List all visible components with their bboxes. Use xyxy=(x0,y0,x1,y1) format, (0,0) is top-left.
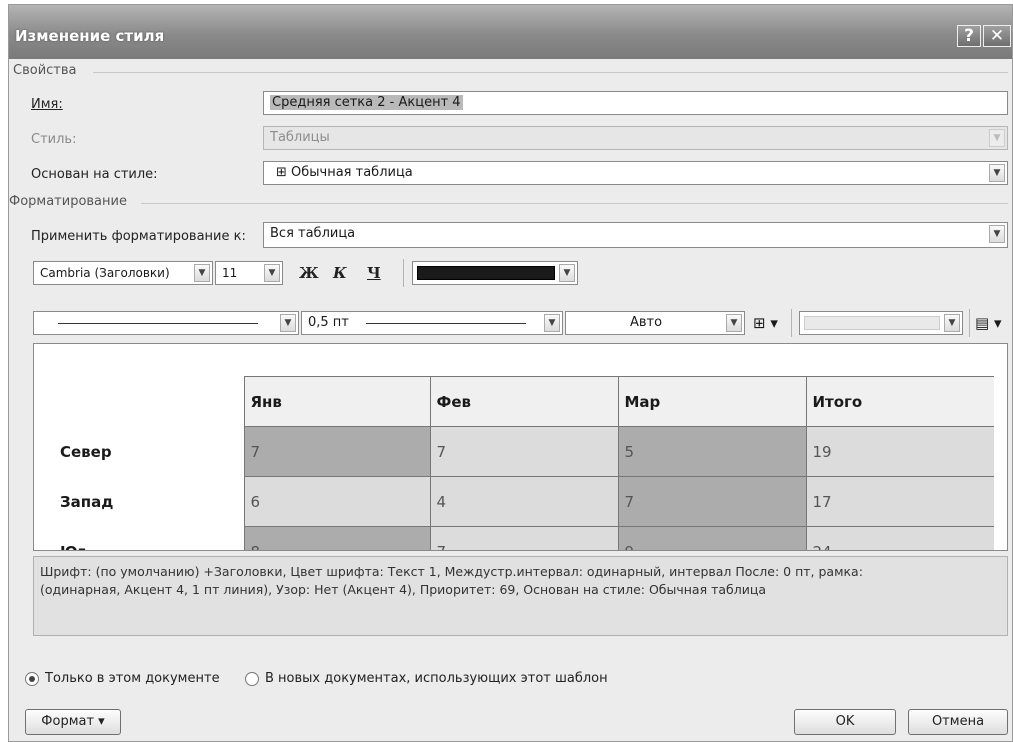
style-type-value: Таблицы xyxy=(270,130,330,145)
chevron-down-icon[interactable]: ▼ xyxy=(280,314,296,332)
table-row-label: Юг xyxy=(54,527,244,551)
font-size-select[interactable]: 11 ▼ xyxy=(215,261,283,285)
border-width-line xyxy=(366,323,526,324)
font-color-swatch xyxy=(417,266,555,280)
table-preview: Янв Фев Мар Итого Север 7 7 5 19 Запад 6… xyxy=(33,343,1008,551)
table-cell: 4 xyxy=(429,476,618,527)
border-width-select[interactable]: 0,5 пт ▼ xyxy=(301,311,563,335)
based-on-label: Основан на стиле: xyxy=(31,167,158,182)
table-cell: 19 xyxy=(805,426,994,477)
properties-divider xyxy=(93,72,1008,73)
chevron-down-icon[interactable]: ▼ xyxy=(989,164,1005,182)
name-label: Имя: xyxy=(31,97,63,112)
table-cell: 7 xyxy=(429,526,618,550)
preview-table: Янв Фев Мар Итого Север 7 7 5 19 Запад 6… xyxy=(54,376,994,551)
chevron-down-icon[interactable]: ▼ xyxy=(944,314,960,332)
toolbar-divider xyxy=(403,259,404,287)
cancel-button[interactable]: Отмена xyxy=(908,709,1008,735)
table-cell: 7 xyxy=(617,476,806,527)
table-cell: 17 xyxy=(805,476,994,527)
style-description-line: Шрифт: (по умолчанию) +Заголовки, Цвет ш… xyxy=(40,564,863,579)
new-documents-radio[interactable] xyxy=(245,672,259,686)
based-on-value: ⊞ Обычная таблица xyxy=(276,165,413,180)
border-width-value: 0,5 пт xyxy=(308,315,349,330)
name-input[interactable]: Средняя сетка 2 - Акцент 4 xyxy=(263,91,1008,115)
toolbar-divider xyxy=(791,309,792,337)
format-button[interactable]: Формат ▾ xyxy=(25,709,121,735)
style-description: Шрифт: (по умолчанию) +Заголовки, Цвет ш… xyxy=(33,556,1008,636)
underline-button[interactable]: Ч xyxy=(367,264,381,282)
toolbar-divider xyxy=(969,309,970,337)
style-description-line: (одинарная, Акцент 4, 1 пт линия), Узор:… xyxy=(40,582,767,597)
properties-section-label: Свойства xyxy=(13,63,77,78)
font-name-value: Cambria (Заголовки) xyxy=(40,266,170,280)
help-icon[interactable]: ? xyxy=(957,25,981,47)
name-value: Средняя сетка 2 - Акцент 4 xyxy=(270,95,463,110)
border-style-select[interactable]: ▼ xyxy=(33,311,299,335)
font-color-select[interactable]: ▼ xyxy=(412,261,578,285)
shading-color-swatch xyxy=(804,316,940,330)
table-row-label: Север xyxy=(60,442,112,461)
italic-button[interactable]: К xyxy=(333,264,347,282)
formatting-section-label: Форматирование xyxy=(9,194,127,209)
font-name-select[interactable]: Cambria (Заголовки) ▼ xyxy=(33,261,213,285)
table-cell: 7 xyxy=(243,426,430,477)
table-cell: 8 xyxy=(243,526,430,550)
close-icon[interactable]: ✕ xyxy=(983,25,1011,47)
formatting-divider xyxy=(141,203,1008,204)
style-type-label: Стиль: xyxy=(31,132,77,147)
apply-to-select[interactable]: Вся таблица ▼ xyxy=(263,222,1008,248)
this-document-label[interactable]: Только в этом документе xyxy=(45,671,220,686)
border-style-line xyxy=(58,323,258,324)
table-header-feb: Фев xyxy=(429,376,618,427)
apply-to-label: Применить форматирование к: xyxy=(31,229,246,244)
chevron-down-icon[interactable]: ▼ xyxy=(726,314,742,332)
table-cell: 7 xyxy=(429,426,618,477)
based-on-select[interactable]: ⊞ Обычная таблица ▼ xyxy=(263,161,1008,185)
cell-alignment-button[interactable]: ▤ ▾ xyxy=(975,314,1001,332)
table-header-jan: Янв xyxy=(243,376,430,427)
modify-style-dialog: Изменение стиля ? ✕ Свойства Имя: Средня… xyxy=(8,4,1013,742)
table-header-total: Итого xyxy=(805,376,994,427)
ok-button[interactable]: OK xyxy=(794,709,896,735)
borders-button[interactable]: ⊞ ▾ xyxy=(753,314,778,332)
chevron-down-icon[interactable]: ▼ xyxy=(559,264,575,282)
table-row-label: Запад xyxy=(60,492,114,511)
title-bar[interactable]: Изменение стиля ? ✕ xyxy=(9,5,1012,59)
apply-to-value: Вся таблица xyxy=(270,226,356,241)
table-corner-cell xyxy=(54,377,244,427)
chevron-down-icon[interactable]: ▼ xyxy=(264,264,280,282)
window-title: Изменение стиля xyxy=(15,27,165,45)
chevron-down-icon[interactable]: ▼ xyxy=(544,314,560,332)
shading-color-select[interactable]: ▼ xyxy=(799,311,963,335)
font-size-value: 11 xyxy=(222,266,238,280)
table-cell: 24 xyxy=(805,526,994,550)
table-cell: 6 xyxy=(243,476,430,527)
chevron-down-icon[interactable]: ▼ xyxy=(989,225,1005,243)
table-cell: 9 xyxy=(617,526,806,550)
border-color-value: Авто xyxy=(629,315,663,330)
chevron-down-icon[interactable]: ▼ xyxy=(194,264,210,282)
bold-button[interactable]: Ж xyxy=(299,264,319,282)
this-document-radio[interactable] xyxy=(25,672,39,686)
new-documents-label[interactable]: В новых документах, использующих этот ша… xyxy=(265,671,608,686)
style-type-select: Таблицы ▼ xyxy=(263,126,1008,150)
table-cell: 5 xyxy=(617,426,806,477)
table-header-mar: Мар xyxy=(617,376,806,427)
chevron-down-icon: ▼ xyxy=(989,129,1005,147)
border-color-select[interactable]: Авто ▼ xyxy=(565,311,745,335)
